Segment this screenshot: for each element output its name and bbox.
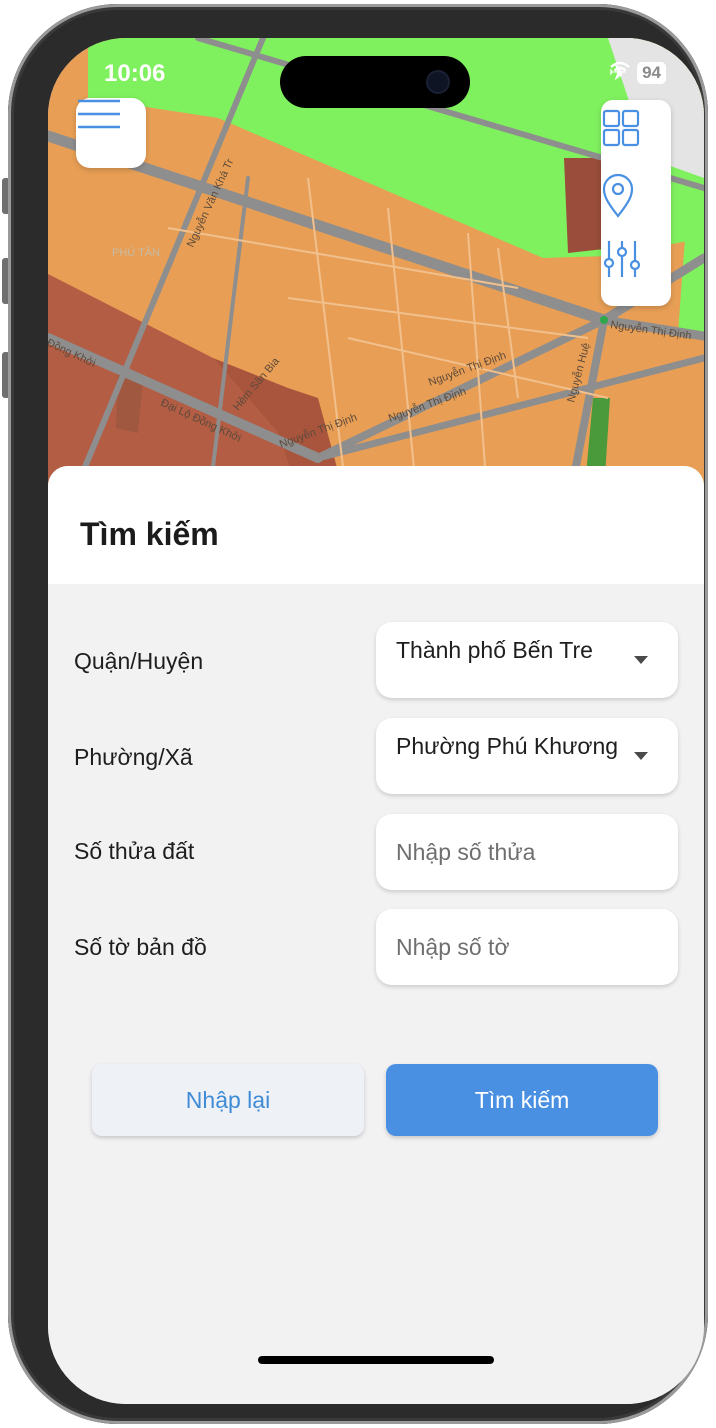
phone-screen: PHÚ TÂN Nguyễn Văn Khá Tr Đồng Khởi Đại … <box>48 38 704 1404</box>
district-select[interactable]: Thành phố Bến Tre <box>376 622 678 698</box>
layers-button[interactable] <box>601 108 671 168</box>
location-pin-icon <box>602 173 634 218</box>
district-label: Quận/Huyện <box>74 648 204 674</box>
chevron-down-icon <box>634 752 648 760</box>
filter-button[interactable] <box>601 238 671 298</box>
camera-icon <box>428 72 448 92</box>
home-indicator[interactable] <box>258 1356 494 1364</box>
grid-icon <box>602 109 640 147</box>
road <box>314 354 704 462</box>
status-icons: ✈ 94 <box>609 60 666 86</box>
search-sheet: Tìm kiếm Quận/Huyện Thành phố Bến Tre Ph… <box>48 466 704 1404</box>
phone-frame: PHÚ TÂN Nguyễn Văn Khá Tr Đồng Khởi Đại … <box>8 4 708 1424</box>
reset-button[interactable]: Nhập lại <box>92 1064 364 1136</box>
map-view[interactable]: PHÚ TÂN Nguyễn Văn Khá Tr Đồng Khởi Đại … <box>48 38 704 508</box>
menu-button[interactable] <box>76 98 146 168</box>
locate-button[interactable] <box>601 172 671 232</box>
district-select-value: Thành phố Bến Tre <box>396 637 593 663</box>
sheet-header: Tìm kiếm <box>48 466 704 584</box>
status-time: 10:06 <box>104 60 166 87</box>
wifi-icon <box>609 61 630 77</box>
map-sheet-label: Số tờ bản đồ <box>74 934 207 960</box>
battery-icon: 94 <box>637 62 666 84</box>
ward-select[interactable]: Phường Phú Khương <box>376 718 678 794</box>
chevron-down-icon <box>634 656 648 664</box>
parcel-field[interactable] <box>376 814 678 890</box>
hamburger-icon <box>78 99 120 129</box>
dynamic-island <box>280 56 470 108</box>
sliders-icon <box>603 241 641 277</box>
map-label: PHÚ TÂN <box>112 246 160 259</box>
ward-select-value: Phường Phú Khương <box>396 733 619 759</box>
sheet-title: Tìm kiếm <box>80 516 219 552</box>
parcel-input[interactable] <box>396 814 656 890</box>
map-sheet-field[interactable] <box>376 909 678 985</box>
search-button[interactable]: Tìm kiếm <box>386 1064 658 1136</box>
map-toolbar <box>601 100 671 306</box>
map-marker-dot <box>600 316 608 324</box>
ward-label: Phường/Xã <box>74 744 193 770</box>
parcel-label: Số thửa đất <box>74 838 195 864</box>
map-sheet-input[interactable] <box>396 909 656 985</box>
